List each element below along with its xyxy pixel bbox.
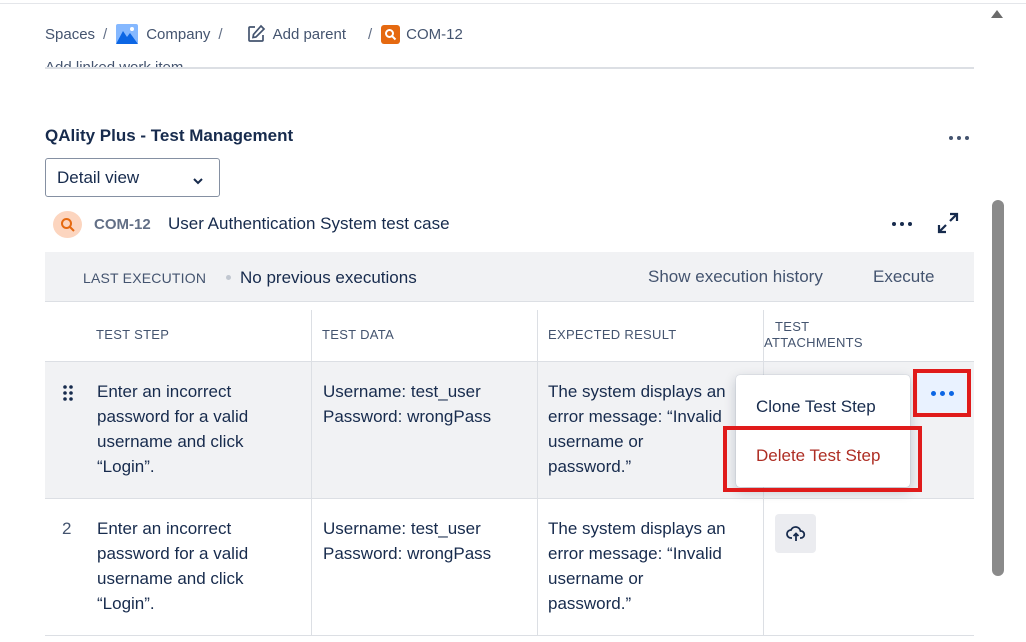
row-actions-menu: Clone Test Step Delete Test Step — [736, 375, 910, 487]
upload-attachment-button[interactable] — [775, 514, 816, 553]
test-data-cell[interactable]: Username: test_user Password: wrongPass — [323, 379, 491, 429]
delete-test-step-menu-item[interactable]: Delete Test Step — [756, 446, 880, 466]
column-divider — [763, 310, 764, 362]
header-divider — [45, 67, 974, 69]
column-divider — [537, 362, 538, 499]
view-select[interactable]: Detail view — [45, 158, 220, 197]
column-divider — [537, 499, 538, 636]
bullet-separator — [226, 275, 231, 280]
column-divider — [311, 310, 312, 362]
breadcrumb-company-label: Company — [146, 25, 211, 43]
more-horizontal-icon — [930, 390, 954, 396]
test-case-search-icon — [53, 211, 82, 238]
view-select-value: Detail view — [57, 167, 140, 187]
row-actions-button-inner — [918, 374, 966, 412]
section-more-button[interactable] — [945, 128, 973, 148]
column-divider — [311, 499, 312, 636]
test-case-key[interactable]: COM-12 — [94, 216, 151, 233]
last-execution-label: LAST EXECUTION — [83, 270, 207, 286]
chevron-down-icon — [192, 172, 204, 185]
breadcrumb-separator: / — [103, 25, 108, 43]
search-issue-icon — [381, 24, 401, 44]
add-parent-label: Add parent — [272, 25, 346, 43]
cloud-upload-icon — [785, 525, 805, 541]
table-header: TEST STEP TEST DATA EXPECTED RESULT TEST… — [45, 302, 974, 362]
column-divider — [763, 499, 764, 636]
execution-bar: LAST EXECUTION No previous executions Sh… — [45, 252, 974, 302]
add-parent-button[interactable]: Add parent — [246, 24, 346, 44]
test-case-more-button[interactable] — [887, 214, 917, 234]
column-header-test-attachments-line1: TEST — [775, 319, 810, 334]
row-number: 2 — [62, 519, 72, 538]
breadcrumb-spaces[interactable]: Spaces — [45, 26, 95, 43]
edit-icon — [246, 24, 266, 44]
section-title: QAlity Plus - Test Management — [45, 126, 294, 145]
more-horizontal-icon — [949, 136, 969, 140]
company-mountain-icon — [116, 24, 139, 44]
clone-test-step-menu-item[interactable]: Clone Test Step — [756, 397, 876, 417]
breadcrumb-separator: / — [367, 25, 373, 43]
test-case-name: User Authentication System test case — [168, 214, 450, 233]
show-execution-history-button[interactable]: Show execution history — [648, 267, 823, 287]
top-border — [0, 3, 1026, 4]
expected-result-cell[interactable]: The system displays an error message: “I… — [548, 516, 726, 616]
column-divider — [537, 310, 538, 362]
scrollbar-thumb[interactable] — [992, 200, 1004, 576]
expected-result-cell[interactable]: The system displays an error message: “I… — [548, 379, 738, 479]
drag-handle-icon[interactable] — [62, 384, 74, 402]
scroll-up-arrow-icon[interactable] — [991, 10, 1003, 18]
column-divider — [311, 362, 312, 499]
column-header-test-attachments-line2: ATTACHMENTS — [764, 335, 863, 350]
breadcrumb-company[interactable]: Company — [116, 24, 210, 44]
breadcrumb-current-key: COM-12 — [406, 25, 463, 43]
table-row[interactable]: 2 Enter an incorrect password for a vali… — [45, 499, 974, 636]
execute-button[interactable]: Execute — [873, 267, 934, 287]
breadcrumb-separator: / — [218, 25, 223, 43]
column-header-test-step: TEST STEP — [96, 327, 170, 342]
breadcrumb-current-issue[interactable]: COM-12 — [381, 24, 463, 44]
test-step-cell[interactable]: Enter an incorrect password for a valid … — [97, 516, 248, 616]
more-horizontal-icon — [892, 222, 912, 226]
breadcrumb: Spaces / Company / Add parent / COM-12 — [45, 22, 463, 46]
test-data-cell[interactable]: Username: test_user Password: wrongPass — [323, 516, 491, 566]
test-step-cell[interactable]: Enter an incorrect password for a valid … — [97, 379, 248, 479]
last-execution-value: No previous executions — [240, 268, 417, 287]
expand-icon[interactable] — [936, 211, 960, 235]
row-actions-button[interactable] — [913, 369, 971, 417]
column-header-test-data: TEST DATA — [322, 327, 395, 342]
column-header-expected-result: EXPECTED RESULT — [548, 327, 677, 342]
